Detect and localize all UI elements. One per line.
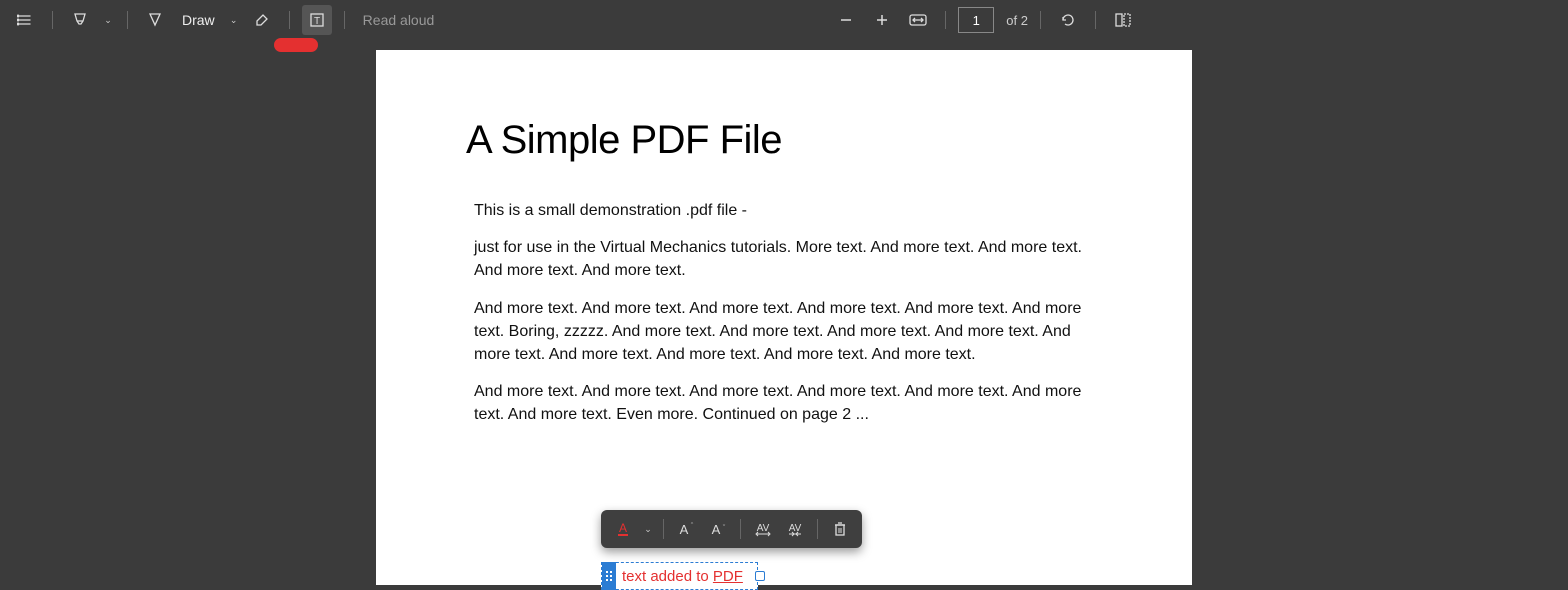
document-body: This is a small demonstration .pdf file … (466, 199, 1102, 427)
chevron-down-icon[interactable]: ⌄ (227, 15, 241, 26)
zoom-out-icon[interactable] (831, 5, 861, 35)
svg-text:T: T (314, 16, 320, 27)
separator (1040, 11, 1041, 29)
separator (1095, 11, 1096, 29)
paragraph: And more text. And more text. And more t… (474, 380, 1102, 426)
svg-text:A: A (619, 521, 627, 535)
toolbar-right-group: of 2 (831, 5, 1138, 35)
toolbar-left-group: ⌄ Draw ⌄ T Read aloud (10, 5, 440, 35)
drag-handle-icon[interactable] (602, 562, 616, 590)
add-text-icon[interactable]: T (302, 5, 332, 35)
read-aloud-label[interactable]: Read aloud (357, 12, 441, 28)
draw-icon[interactable] (140, 5, 170, 35)
erase-icon[interactable] (247, 5, 277, 35)
highlight-icon[interactable] (65, 5, 95, 35)
rotate-icon[interactable] (1053, 5, 1083, 35)
text-annotation-group: A ⌄ Aˆ Aˇ AV AV (601, 510, 862, 590)
text-format-toolbar: A ⌄ Aˆ Aˇ AV AV (601, 510, 862, 548)
separator (344, 11, 345, 29)
page-title: A Simple PDF File (466, 118, 1102, 163)
paragraph: just for use in the Virtual Mechanics tu… (474, 236, 1102, 282)
separator (289, 11, 290, 29)
font-decrease-icon[interactable]: Aˇ (704, 516, 732, 542)
zoom-in-icon[interactable] (867, 5, 897, 35)
separator (127, 11, 128, 29)
separator (740, 519, 741, 539)
svg-text:ˆ: ˆ (691, 523, 694, 530)
paragraph: And more text. And more text. And more t… (474, 297, 1102, 367)
draw-label[interactable]: Draw (176, 12, 221, 28)
page-total-label: of 2 (1000, 13, 1028, 28)
contents-icon[interactable] (10, 5, 40, 35)
svg-text:A: A (712, 522, 721, 537)
page-view-icon[interactable] (1108, 5, 1138, 35)
spacing-decrease-icon[interactable]: AV (781, 516, 809, 542)
pdf-viewport: A Simple PDF File This is a small demons… (0, 50, 1568, 585)
fit-page-icon[interactable] (903, 5, 933, 35)
text-color-icon[interactable]: A (609, 516, 637, 542)
chevron-down-icon[interactable]: ⌄ (641, 524, 655, 535)
paragraph: This is a small demonstration .pdf file … (474, 199, 1102, 222)
text-annotation-box[interactable]: text added to PDF (601, 562, 758, 590)
svg-text:ˇ: ˇ (723, 525, 726, 532)
separator (817, 519, 818, 539)
svg-text:AV: AV (789, 523, 802, 534)
spacing-increase-icon[interactable]: AV (749, 516, 777, 542)
pdf-page[interactable]: A Simple PDF File This is a small demons… (376, 50, 1192, 585)
font-increase-icon[interactable]: Aˆ (672, 516, 700, 542)
chevron-down-icon[interactable]: ⌄ (101, 15, 115, 26)
separator (52, 11, 53, 29)
pdf-toolbar: ⌄ Draw ⌄ T Read aloud of 2 (0, 0, 1568, 40)
page-number-input[interactable] (958, 7, 994, 33)
separator (663, 519, 664, 539)
delete-icon[interactable] (826, 516, 854, 542)
svg-text:A: A (680, 522, 689, 537)
resize-handle-icon[interactable] (755, 571, 765, 581)
annotation-text[interactable]: text added to PDF (622, 568, 743, 585)
separator (945, 11, 946, 29)
